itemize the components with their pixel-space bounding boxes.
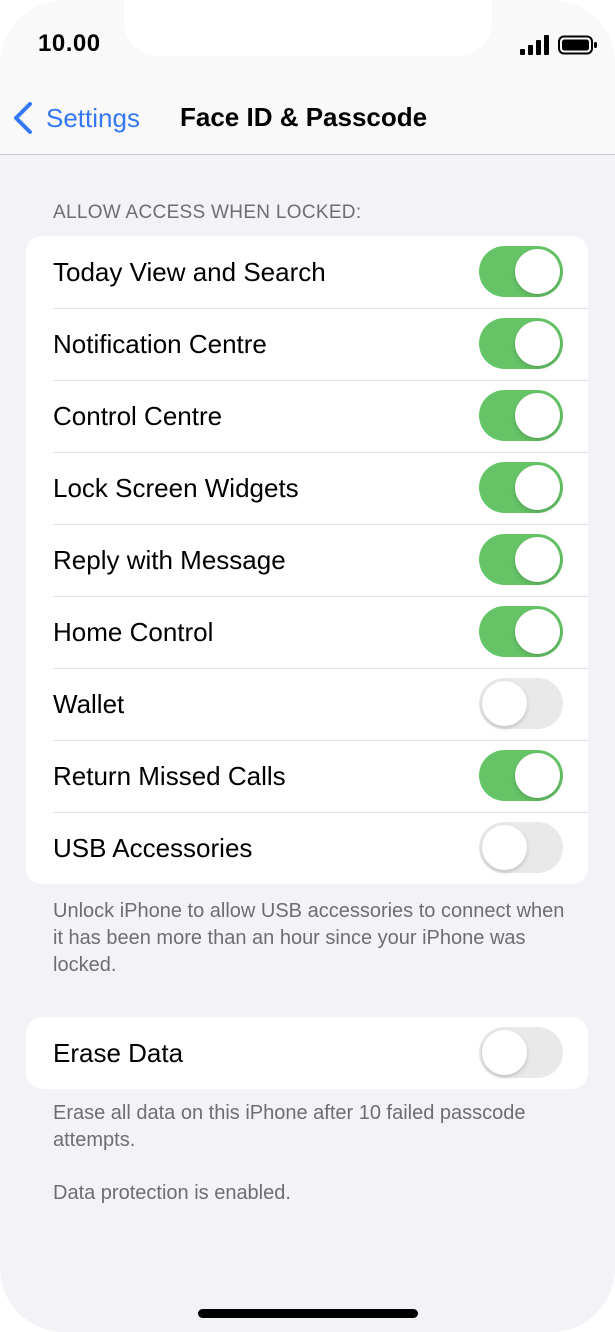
toggle-today-view-search[interactable] (479, 246, 563, 297)
back-button[interactable]: Settings (12, 100, 140, 136)
toggle-erase-data[interactable] (479, 1027, 563, 1078)
row-reply-with-message: Reply with Message (26, 524, 588, 596)
toggle-knob (515, 753, 560, 798)
locked-access-group: Today View and Search Notification Centr… (26, 236, 588, 884)
row-erase-data: Erase Data (26, 1017, 588, 1089)
page-title: Face ID & Passcode (180, 102, 428, 132)
chevron-left-icon (14, 102, 32, 134)
row-usb-accessories: USB Accessories (26, 812, 588, 884)
toggle-knob (515, 537, 560, 582)
toggle-usb-accessories[interactable] (479, 822, 563, 873)
row-lock-screen-widgets: Lock Screen Widgets (26, 452, 588, 524)
row-notification-centre: Notification Centre (26, 308, 588, 380)
navigation-bar: Settings Face ID & Passcode (0, 90, 615, 155)
toggle-knob (482, 681, 527, 726)
toggle-wallet[interactable] (479, 678, 563, 729)
toggle-return-missed-calls[interactable] (479, 750, 563, 801)
row-label: USB Accessories (53, 832, 253, 863)
row-label: Home Control (53, 616, 214, 647)
row-label: Erase Data (53, 1037, 184, 1068)
row-label: Lock Screen Widgets (53, 472, 299, 503)
phone-screen: 10.00 Settings Face ID & Passcode ALLOW … (0, 0, 615, 1332)
erase-data-footer: Erase all data on this iPhone after 10 f… (53, 1102, 526, 1151)
row-today-view-search: Today View and Search (26, 236, 588, 308)
data-protection-status: Data protection is enabled. (53, 1182, 291, 1204)
toggle-lock-screen-widgets[interactable] (479, 462, 563, 513)
battery-icon (558, 35, 597, 55)
row-return-missed-calls: Return Missed Calls (26, 740, 588, 812)
usb-accessories-footer: Unlock iPhone to allow USB accessories t… (53, 900, 565, 976)
row-label: Return Missed Calls (53, 760, 286, 791)
toggle-knob (482, 1030, 527, 1075)
row-label: Today View and Search (53, 256, 326, 287)
row-label: Reply with Message (53, 544, 286, 575)
row-home-control: Home Control (26, 596, 588, 668)
toggle-reply-with-message[interactable] (479, 534, 563, 585)
toggle-knob (515, 393, 560, 438)
toggle-home-control[interactable] (479, 606, 563, 657)
row-label: Wallet (53, 688, 125, 719)
back-label: Settings (46, 102, 140, 133)
cellular-signal-icon (520, 35, 549, 55)
status-bar: 10.00 (0, 0, 615, 90)
section-header-locked-access: ALLOW ACCESS WHEN LOCKED: (53, 202, 362, 223)
toggle-knob (482, 825, 527, 870)
toggle-knob (515, 465, 560, 510)
home-indicator (198, 1309, 418, 1318)
toggle-knob (515, 321, 560, 366)
row-label: Control Centre (53, 400, 223, 431)
erase-data-group: Erase Data (26, 1017, 588, 1089)
row-control-centre: Control Centre (26, 380, 588, 452)
toggle-control-centre[interactable] (479, 390, 563, 441)
row-wallet: Wallet (26, 668, 588, 740)
toggle-notification-centre[interactable] (479, 318, 563, 369)
toggle-knob (515, 609, 560, 654)
status-time: 10.00 (38, 30, 101, 57)
toggle-knob (515, 249, 560, 294)
notch (124, 0, 492, 56)
row-label: Notification Centre (53, 328, 267, 359)
